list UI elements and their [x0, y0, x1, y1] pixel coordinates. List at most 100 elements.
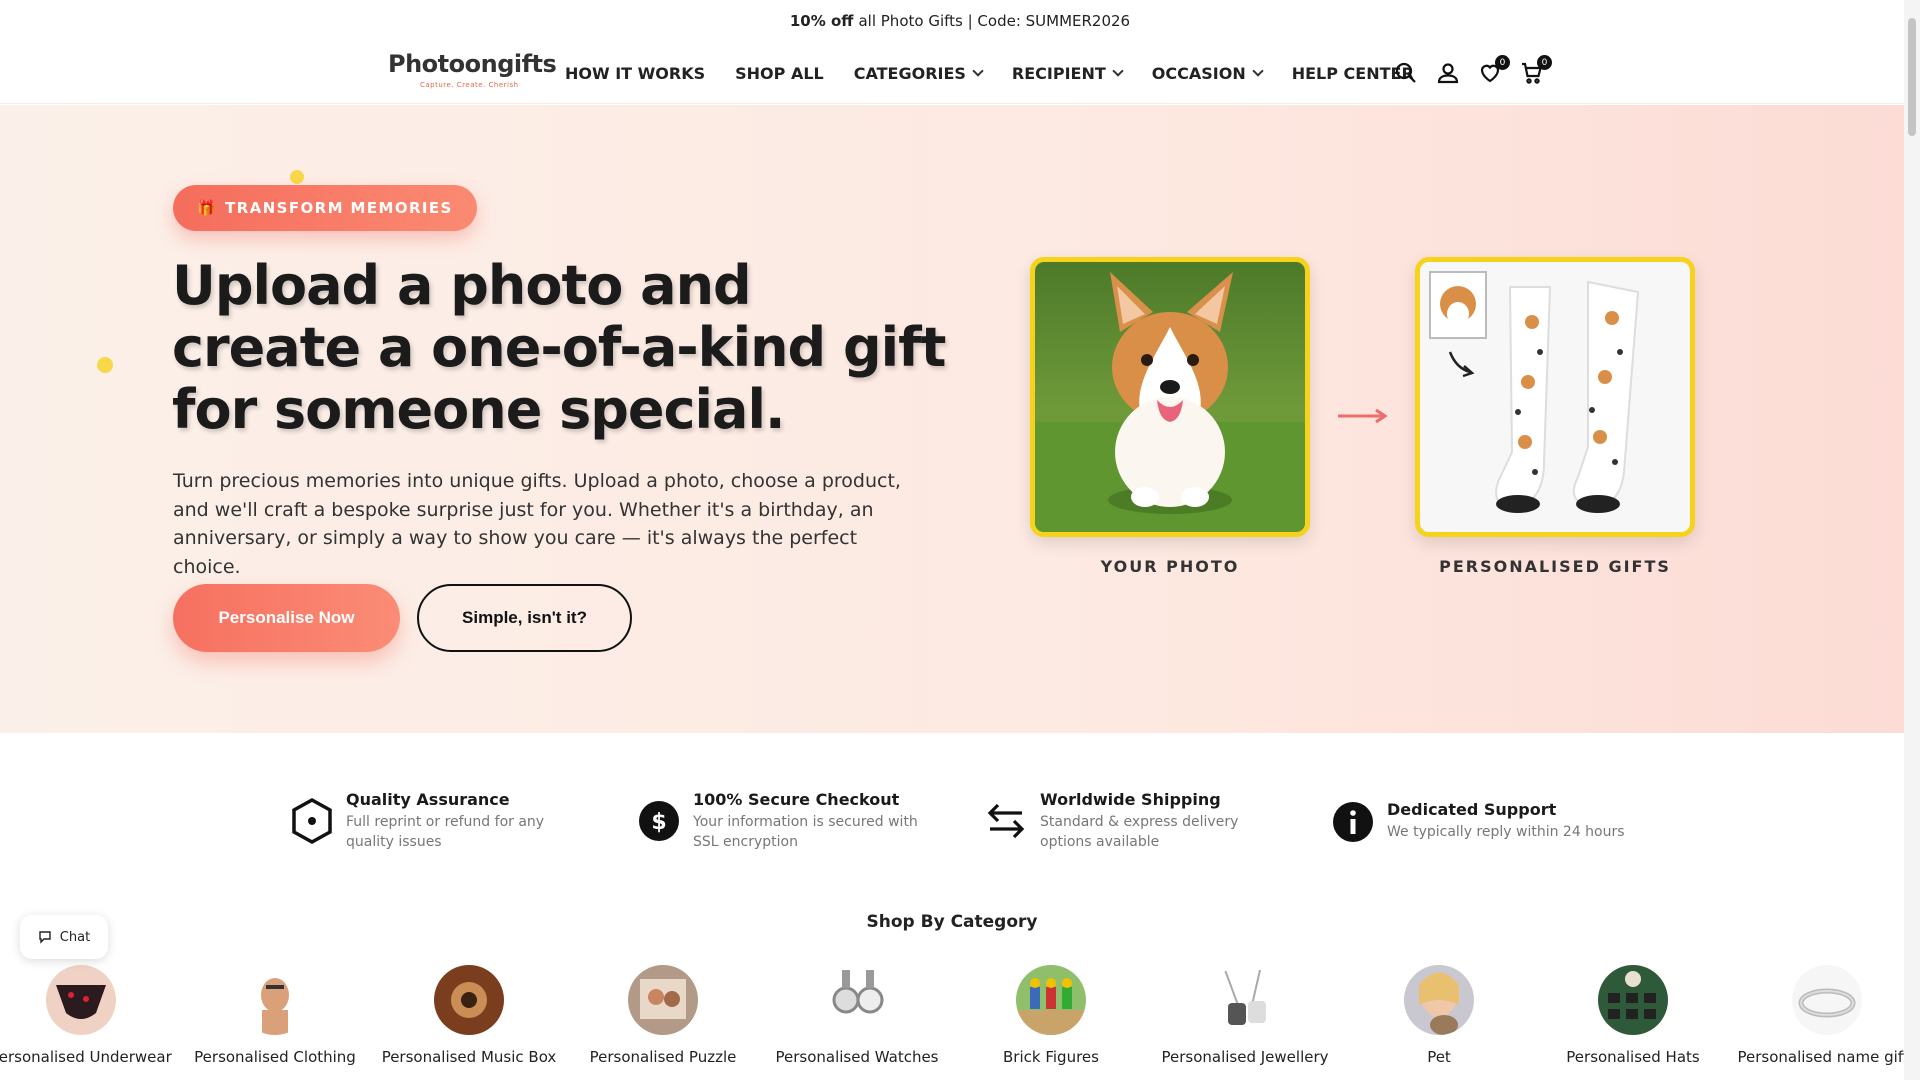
nav-label: HOW IT WORKS [565, 63, 706, 83]
arrows-icon [984, 799, 1028, 843]
chevron-down-icon [972, 64, 984, 77]
category-carousel: Personalised Underwear Personalised Clot… [0, 965, 1916, 1080]
nav-categories[interactable]: CATEGORIES [853, 63, 984, 83]
personalised-gifts-image [1415, 257, 1695, 537]
feature-desc: Full reprint or refund for any quality i… [346, 814, 545, 850]
personalise-now-button[interactable]: Personalise Now [173, 584, 400, 652]
hero-pill: 🎁 TRANSFORM MEMORIES [173, 185, 477, 231]
nav-occasion[interactable]: OCCASION [1151, 63, 1264, 83]
category-label: Personalised Hats [1566, 1048, 1700, 1066]
nav-how-it-works[interactable]: HOW IT WORKS [565, 64, 705, 83]
decor-dot [290, 170, 304, 184]
category-label: Personalised Clothing [194, 1048, 356, 1066]
feature-title: Dedicated Support [1387, 800, 1557, 819]
category-image [46, 965, 116, 1035]
chevron-down-icon [1112, 64, 1124, 77]
category-music-box[interactable]: Personalised Music Box [374, 965, 564, 1066]
cart-icon[interactable]: 0 [1520, 55, 1552, 85]
dollar-icon: $ [637, 799, 681, 843]
category-name-gifts[interactable]: Personalised name gifts [1732, 965, 1920, 1066]
feature-title: Quality Assurance [346, 790, 510, 809]
category-image [1016, 965, 1086, 1035]
shop-by-category-title: Shop By Category [866, 912, 1038, 932]
wishlist-icon[interactable]: 0 [1478, 55, 1510, 85]
feature-secure-checkout: $ 100% Secure Checkout Your information … [637, 790, 923, 852]
feature-desc: Your information is secured with SSL enc… [693, 814, 918, 850]
feature-title: Worldwide Shipping [1040, 790, 1221, 809]
category-label: Personalised Puzzle [589, 1048, 737, 1066]
category-image [434, 965, 504, 1035]
features-row: Quality Assurance Full reprint or refund… [0, 790, 1904, 870]
chat-label: Chat [59, 929, 91, 945]
category-image [1598, 965, 1668, 1035]
category-hats[interactable]: Personalised Hats [1538, 965, 1728, 1066]
category-watches[interactable]: Personalised Watches [762, 965, 952, 1066]
chat-button[interactable]: Chat [20, 915, 108, 959]
announcement-discount: 10% off [789, 12, 854, 30]
category-label: Personalised Underwear [0, 1048, 172, 1066]
chat-bubble-icon [39, 931, 51, 944]
logo-tagline: Capture. Create. Cherish [420, 81, 519, 89]
hero-title: Upload a photo and create a one-of-a-kin… [172, 254, 946, 441]
search-icon[interactable] [1394, 61, 1418, 85]
category-image [1792, 965, 1862, 1035]
category-image [1404, 965, 1474, 1035]
nav-shop-all[interactable]: SHOP ALL [735, 64, 824, 83]
gift-icon: 🎁 [197, 199, 218, 217]
category-label: Personalised Jewellery [1161, 1048, 1329, 1066]
header-icons: 0 0 [1394, 42, 1552, 104]
info-icon [1331, 800, 1375, 844]
category-clothing[interactable]: Personalised Clothing [180, 965, 370, 1066]
nav-label: OCCASION [1151, 63, 1246, 83]
category-jewellery[interactable]: Personalised Jewellery [1150, 965, 1340, 1066]
feature-shipping: Worldwide Shipping Standard & express de… [984, 790, 1270, 852]
scrollbar-thumb[interactable] [1908, 18, 1916, 136]
logo-text: Photoongifts [388, 50, 557, 78]
socks-photo [1420, 262, 1690, 532]
corgi-photo [1035, 262, 1305, 532]
hero-pill-label: TRANSFORM MEMORIES [225, 199, 453, 217]
category-image [822, 965, 892, 1035]
decor-dot [97, 357, 113, 373]
hero-description: Turn precious memories into unique gifts… [173, 470, 901, 578]
logo[interactable]: Photoongifts Capture. Create. Cherish [388, 50, 557, 94]
category-puzzle[interactable]: Personalised Puzzle [568, 965, 758, 1066]
personalised-gifts-caption: PERSONALISED GIFTS [1439, 557, 1671, 576]
account-icon[interactable] [1436, 61, 1460, 85]
simple-button[interactable]: Simple, isn't it? [417, 584, 632, 652]
category-label: Personalised Music Box [381, 1048, 557, 1066]
feature-desc: We typically reply within 24 hours [1387, 824, 1625, 840]
nav-recipient[interactable]: RECIPIENT [1011, 63, 1124, 83]
page-scrollbar[interactable] [1904, 0, 1920, 1080]
category-underwear[interactable]: Personalised Underwear [0, 965, 176, 1066]
main-nav: HOW IT WORKS SHOP ALL CATEGORIES RECIPIE… [565, 42, 1414, 104]
your-photo-caption: YOUR PHOTO [1100, 557, 1240, 576]
nav-label: RECIPIENT [1011, 63, 1106, 83]
category-image [1210, 965, 1280, 1035]
feature-desc: Standard & express delivery options avai… [1040, 814, 1239, 850]
site-header: Photoongifts Capture. Create. Cherish HO… [0, 42, 1920, 104]
nav-label: SHOP ALL [735, 63, 824, 83]
category-image [628, 965, 698, 1035]
category-brick-figures[interactable]: Brick Figures [956, 965, 1146, 1066]
feature-title: 100% Secure Checkout [693, 790, 900, 809]
your-photo-image [1030, 257, 1310, 537]
category-label: Brick Figures [1003, 1048, 1099, 1066]
category-pet[interactable]: Pet [1344, 965, 1534, 1066]
shield-icon [290, 798, 334, 844]
svg-text:$: $ [651, 810, 666, 835]
category-image [240, 965, 310, 1035]
nav-label: CATEGORIES [853, 63, 966, 83]
hero-section: 🎁 TRANSFORM MEMORIES Upload a photo and … [0, 105, 1904, 733]
feature-quality: Quality Assurance Full reprint or refund… [290, 790, 576, 852]
feature-support: Dedicated Support We typically reply wit… [1331, 800, 1647, 844]
cart-count: 0 [1537, 55, 1552, 70]
announcement-bar: 10% off all Photo Gifts | Code: SUMMER20… [0, 0, 1920, 42]
category-label: Pet [1427, 1048, 1451, 1066]
arrow-right-icon [1338, 409, 1388, 423]
category-label: Personalised name gifts [1737, 1048, 1917, 1066]
chevron-down-icon [1252, 64, 1264, 77]
category-label: Personalised Watches [775, 1048, 939, 1066]
wishlist-count: 0 [1495, 55, 1510, 70]
announcement-text: all Photo Gifts | Code: SUMMER2026 [858, 12, 1131, 30]
